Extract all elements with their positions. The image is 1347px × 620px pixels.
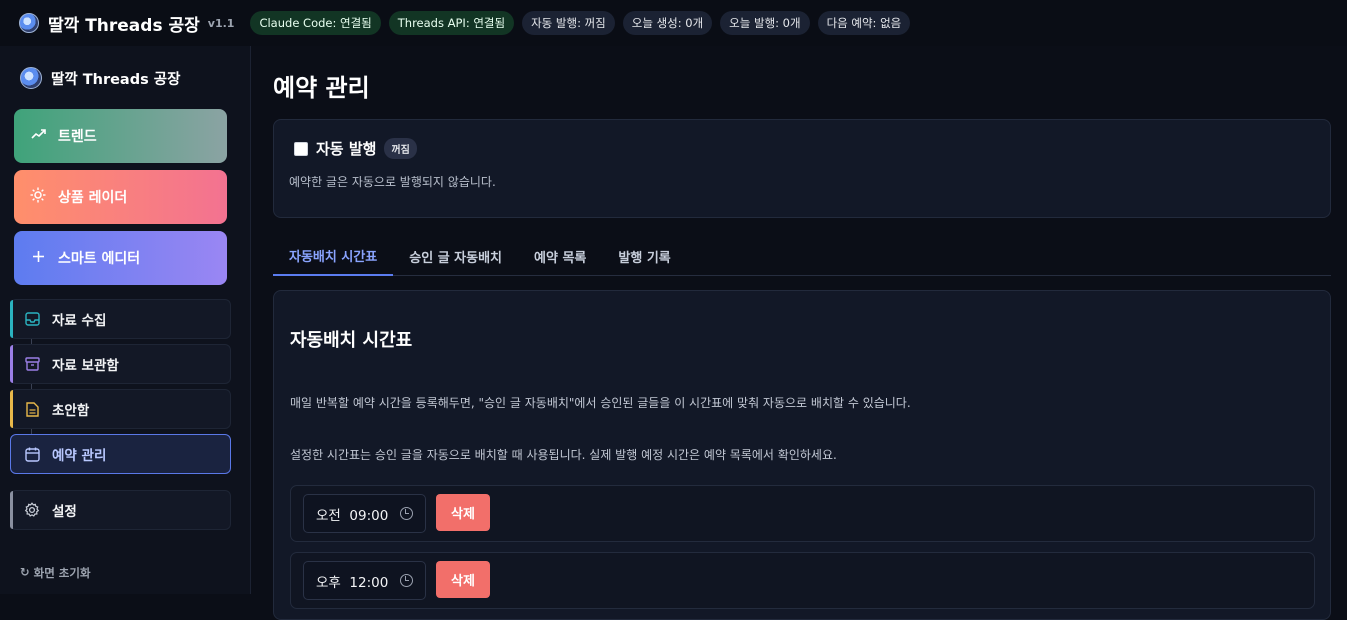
sidebar-item-accent: [10, 491, 13, 529]
sidebar-item-settings[interactable]: 설정: [10, 490, 231, 530]
status-chip-threads-api: Threads API: 연결됨: [388, 11, 515, 35]
page-title: 예약 관리: [273, 74, 370, 102]
time-slot-row: 오전 09:00 삭제: [290, 485, 1315, 542]
tab-schedule-list[interactable]: 예약 목록: [518, 237, 602, 275]
product-radar-button[interactable]: 상품 레이더: [14, 170, 227, 224]
calendar-icon: [24, 446, 40, 462]
app-logo-icon: [19, 13, 39, 33]
sidebar: 딸깍 Threads 공장 트렌드 상품 레이더 스마트 에디터 자료 수집 자…: [0, 46, 251, 594]
tab-approved-auto-assign[interactable]: 승인 글 자동배치: [393, 237, 518, 275]
archive-icon: [24, 356, 40, 372]
sidebar-item-label: 자료 수집: [52, 313, 107, 329]
auto-publish-description: 예약한 글은 자동으로 발행되지 않습니다.: [289, 175, 496, 189]
clock-icon[interactable]: [400, 574, 413, 587]
time-input[interactable]: 오후 12:00: [303, 561, 426, 600]
status-chip-auto-publish: 자동 발행: 꺼짐: [522, 11, 615, 35]
time-slot-row: 오후 12:00 삭제: [290, 552, 1315, 609]
delete-button[interactable]: 삭제: [436, 494, 490, 531]
section-title: 자동배치 시간표: [290, 330, 413, 351]
status-chips: Claude Code: 연결됨 Threads API: 연결됨 자동 발행:…: [250, 11, 911, 35]
delete-button[interactable]: 삭제: [436, 561, 490, 598]
status-chip-today-published: 오늘 발행: 0개: [720, 11, 810, 35]
auto-publish-toggle[interactable]: 자동 발행 꺼짐: [294, 138, 417, 159]
app-title: 딸깍 Threads 공장: [48, 15, 200, 36]
sidebar-brand-label: 딸깍 Threads 공장: [51, 71, 181, 88]
tab-auto-timetable[interactable]: 자동배치 시간표: [273, 237, 394, 276]
auto-publish-label: 자동 발행: [316, 140, 377, 158]
sidebar-item-label: 자료 보관함: [52, 358, 119, 374]
sidebar-item-label: 초안함: [52, 403, 90, 419]
status-badge: 꺼짐: [384, 138, 417, 159]
sidebar-brand[interactable]: 딸깍 Threads 공장: [20, 67, 180, 89]
plus-icon: [30, 250, 46, 267]
timetable-info-text: 매일 반복할 예약 시간을 등록해두면, "승인 글 자동배치"에서 승인된 글…: [290, 396, 911, 410]
trending-up-icon: [30, 128, 46, 144]
product-radar-button-label: 상품 레이더: [58, 190, 128, 206]
auto-publish-checkbox[interactable]: [294, 141, 308, 156]
sidebar-item-collect[interactable]: 자료 수집: [10, 299, 231, 339]
gear-icon: [24, 502, 40, 518]
time-value: 오후 12:00: [316, 574, 389, 591]
sidebar-item-drafts[interactable]: 초안함: [10, 389, 231, 429]
inbox-icon: [24, 311, 40, 327]
status-chip-next-schedule: 다음 예약: 없음: [817, 11, 911, 35]
time-input[interactable]: 오전 09:00: [303, 494, 426, 533]
reset-view-button[interactable]: ↻ 화면 초기화: [20, 565, 91, 581]
sun-icon: [30, 187, 46, 207]
reset-view-label: 화면 초기화: [33, 566, 91, 580]
timetable-card: 자동배치 시간표 매일 반복할 예약 시간을 등록해두면, "승인 글 자동배치…: [273, 290, 1331, 620]
sidebar-item-accent: [10, 390, 13, 428]
status-chip-claude: Claude Code: 연결됨: [250, 11, 381, 35]
sidebar-item-label: 예약 관리: [52, 448, 107, 464]
clock-icon[interactable]: [400, 507, 413, 520]
schedule-tabs: 자동배치 시간표 승인 글 자동배치 예약 목록 발행 기록: [273, 237, 1331, 276]
tab-publish-history[interactable]: 발행 기록: [602, 237, 686, 275]
app-version: v1.1: [207, 16, 235, 30]
auto-publish-card: 자동 발행 꺼짐 예약한 글은 자동으로 발행되지 않습니다.: [273, 119, 1331, 218]
sidebar-item-accent: [10, 300, 13, 338]
brand-logo-icon: [20, 67, 42, 89]
sidebar-item-accent: [10, 345, 13, 383]
sidebar-item-archive[interactable]: 자료 보관함: [10, 344, 231, 384]
top-bar: 딸깍 Threads 공장 v1.1 Claude Code: 연결됨 Thre…: [0, 0, 1347, 46]
trend-button[interactable]: 트렌드: [14, 109, 227, 163]
status-chip-today-created: 오늘 생성: 0개: [622, 11, 713, 35]
time-value: 오전 09:00: [316, 507, 389, 524]
sidebar-item-schedule[interactable]: 예약 관리: [10, 434, 231, 474]
document-icon: [24, 401, 40, 417]
timetable-note-text: 설정한 시간표는 승인 글을 자동으로 배치할 때 사용됩니다. 실제 발행 예…: [290, 448, 837, 462]
smart-editor-button[interactable]: 스마트 에디터: [14, 231, 227, 285]
smart-editor-button-label: 스마트 에디터: [58, 251, 141, 267]
trend-button-label: 트렌드: [58, 129, 97, 145]
sidebar-item-label: 설정: [52, 504, 77, 520]
main-content: 예약 관리 자동 발행 꺼짐 예약한 글은 자동으로 발행되지 않습니다. 자동…: [252, 46, 1347, 620]
refresh-icon: ↻: [20, 565, 30, 579]
